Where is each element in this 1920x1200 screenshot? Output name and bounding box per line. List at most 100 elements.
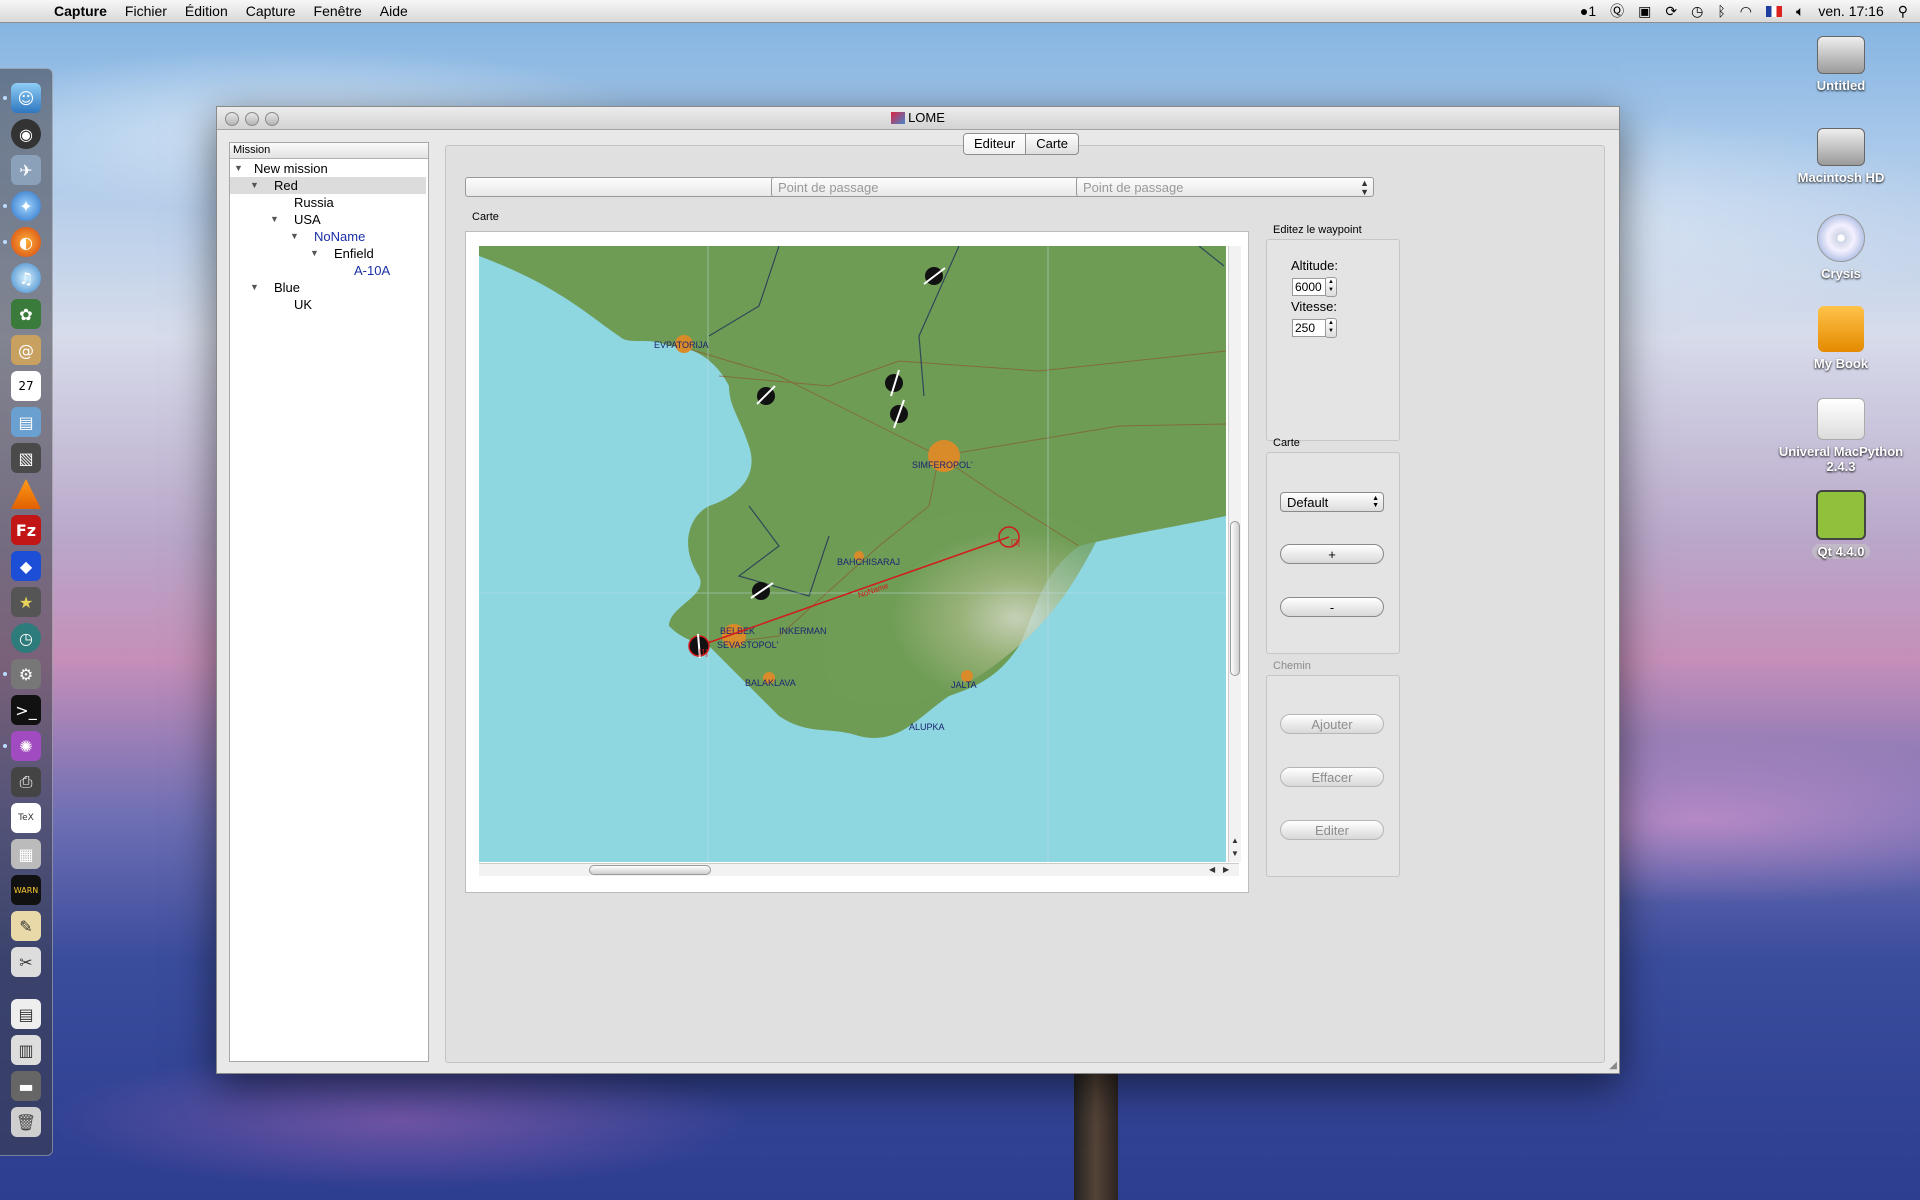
tab-editeur[interactable]: Editeur xyxy=(964,134,1027,154)
desktop-icon-my-book[interactable]: My Book xyxy=(1786,306,1896,371)
wifi-icon[interactable]: ◠ xyxy=(1740,3,1752,20)
system-preferences-icon[interactable]: ⚙ xyxy=(11,659,41,689)
cube-app-icon[interactable]: ◆ xyxy=(11,551,41,581)
disclosure-triangle-icon[interactable]: ▼ xyxy=(310,245,319,262)
tree-item-selected[interactable]: ▼ Red xyxy=(230,177,426,194)
scroll-down-arrow-icon[interactable]: ▼ xyxy=(1231,849,1239,858)
time-machine-icon[interactable]: ◷ xyxy=(1691,3,1703,20)
console-icon[interactable]: WARN xyxy=(11,875,41,905)
menu-app-icon[interactable]: ▣ xyxy=(1638,3,1651,20)
quicksilver-icon[interactable]: Ⓠ xyxy=(1610,1,1624,21)
tree-item[interactable]: ▼ NoName xyxy=(230,228,426,245)
ical-icon[interactable]: 27 xyxy=(11,371,41,401)
waypoint-combo-2[interactable]: Point de passage ▲ ▼ xyxy=(1076,177,1374,197)
map-canvas[interactable]: EVPATORIJA SIMFEROPOL' BAHCHISARAJ BELBE… xyxy=(479,246,1226,862)
menubar-clock[interactable]: ven. 17:16 xyxy=(1818,3,1883,19)
printer-icon[interactable]: ⎙ xyxy=(11,767,41,797)
speed-stepper[interactable]: ▲ ▼ xyxy=(1325,318,1337,338)
app-menu[interactable]: Capture xyxy=(54,3,107,19)
altitude-stepper[interactable]: ▲ ▼ xyxy=(1325,277,1337,297)
tree-item[interactable]: ▼ Blue xyxy=(230,279,426,296)
zoom-out-button[interactable]: - xyxy=(1280,597,1384,617)
running-indicator xyxy=(3,744,7,748)
disclosure-triangle-icon[interactable]: ▼ xyxy=(250,177,259,194)
sync-icon[interactable]: ⟳ xyxy=(1665,3,1677,20)
tree-item[interactable]: ▼ USA xyxy=(230,211,426,228)
altitude-field[interactable]: 6000 xyxy=(1292,278,1326,296)
calculator-icon[interactable]: ▦ xyxy=(11,839,41,869)
terminal-icon[interactable]: >_ xyxy=(11,695,41,725)
zoom-button[interactable] xyxy=(265,112,279,126)
map-horizontal-scrollbar[interactable]: ◀ ▶ xyxy=(479,863,1239,876)
add-waypoint-button[interactable]: Ajouter xyxy=(1280,714,1384,734)
imovie-icon[interactable]: ★ xyxy=(11,587,41,617)
scroll-thumb[interactable] xyxy=(589,865,711,875)
tree-item[interactable]: Russia xyxy=(230,194,426,211)
mission-tree[interactable]: Mission ▼ New mission ▼ Red Russia ▼ USA… xyxy=(229,142,429,1062)
scroll-right-arrow-icon[interactable]: ▶ xyxy=(1223,865,1229,874)
desktop-icon-untitled[interactable]: Untitled xyxy=(1786,30,1896,93)
bluetooth-icon[interactable]: ᛒ xyxy=(1717,3,1725,19)
desktop-icon-macintosh-hd[interactable]: Macintosh HD xyxy=(1786,122,1896,185)
scroll-thumb[interactable] xyxy=(1230,521,1240,676)
menu-file[interactable]: Fichier xyxy=(125,3,167,19)
tree-item[interactable]: UK xyxy=(230,296,426,313)
scroll-up-arrow-icon[interactable]: ▲ xyxy=(1231,836,1239,845)
photo-booth-icon[interactable]: ✺ xyxy=(11,731,41,761)
edit-path-button[interactable]: Editer xyxy=(1280,820,1384,840)
clear-path-button[interactable]: Effacer xyxy=(1280,767,1384,787)
map-style-select[interactable]: Default ▲ ▼ xyxy=(1280,492,1384,512)
tree-item[interactable]: ▼ Enfield xyxy=(230,245,426,262)
tab-carte[interactable]: Carte xyxy=(1026,134,1078,154)
itunes-icon[interactable]: ♫ xyxy=(11,263,41,293)
iphoto-icon[interactable]: ▧ xyxy=(11,443,41,473)
desktop-icon-qt[interactable]: Qt 4.4.0 xyxy=(1786,490,1896,559)
dashboard-icon[interactable]: ◉ xyxy=(11,119,41,149)
safari-icon[interactable]: ✦ xyxy=(11,191,41,221)
firefox-icon[interactable]: ◐ xyxy=(11,227,41,257)
scroll-left-arrow-icon[interactable]: ◀ xyxy=(1209,865,1215,874)
desktop-icon-macpython[interactable]: Univeral MacPython 2.4.3 xyxy=(1776,398,1906,474)
disclosure-triangle-icon[interactable]: ▼ xyxy=(234,160,243,177)
input-flag-icon[interactable] xyxy=(1765,5,1782,17)
menu-window[interactable]: Fenêtre xyxy=(314,3,362,19)
minimize-button[interactable] xyxy=(245,112,259,126)
menu-capture[interactable]: Capture xyxy=(246,3,296,19)
menu-help[interactable]: Aide xyxy=(380,3,408,19)
preview-icon[interactable]: ▤ xyxy=(11,407,41,437)
documents-stack-icon[interactable]: ▤ xyxy=(11,999,41,1029)
status-badge: 1 xyxy=(1588,3,1597,19)
map-view[interactable]: EVPATORIJA SIMFEROPOL' BAHCHISARAJ BELBE… xyxy=(479,246,1226,862)
trash-icon[interactable]: 🗑︎ xyxy=(11,1107,41,1137)
tree-header[interactable]: Mission xyxy=(230,143,428,159)
tree-item[interactable]: A-10A xyxy=(230,262,426,279)
vlc-icon[interactable] xyxy=(11,479,41,509)
zoom-in-button[interactable]: + xyxy=(1280,544,1384,564)
finder-icon[interactable]: ☺ xyxy=(11,83,41,113)
tree-item-label: New mission xyxy=(254,161,328,176)
filezilla-icon[interactable]: Fz xyxy=(11,515,41,545)
time-machine-dock-icon[interactable]: ◷ xyxy=(11,623,41,653)
volume-icon[interactable]: 🔈︎ xyxy=(1796,3,1804,20)
utility-icon[interactable]: ✂ xyxy=(11,947,41,977)
spotlight-icon[interactable]: ⚲ xyxy=(1898,3,1908,20)
resize-grip-icon[interactable]: ◢ xyxy=(1609,1060,1617,1071)
mail-icon[interactable]: ✈ xyxy=(11,155,41,185)
status-menu[interactable]: ●1 xyxy=(1580,3,1596,19)
address-book-icon[interactable]: @ xyxy=(11,335,41,365)
menu-edit[interactable]: Édition xyxy=(185,3,228,19)
speed-field[interactable]: 250 xyxy=(1292,319,1326,337)
desktop-icon-crysis[interactable]: Crysis xyxy=(1786,214,1896,281)
disclosure-triangle-icon[interactable]: ▼ xyxy=(290,228,299,245)
stack-icon[interactable]: ▬ xyxy=(11,1071,41,1101)
map-vertical-scrollbar[interactable]: ▲ ▼ xyxy=(1228,246,1241,862)
adium-icon[interactable]: ✿ xyxy=(11,299,41,329)
window-titlebar[interactable]: LOME xyxy=(217,107,1619,130)
script-editor-icon[interactable]: ✎ xyxy=(11,911,41,941)
downloads-stack-icon[interactable]: ▥ xyxy=(11,1035,41,1065)
tree-item[interactable]: ▼ New mission xyxy=(230,160,426,177)
disclosure-triangle-icon[interactable]: ▼ xyxy=(250,279,259,296)
texshop-icon[interactable]: TeX xyxy=(11,803,41,833)
close-button[interactable] xyxy=(225,112,239,126)
disclosure-triangle-icon[interactable]: ▼ xyxy=(270,211,279,228)
